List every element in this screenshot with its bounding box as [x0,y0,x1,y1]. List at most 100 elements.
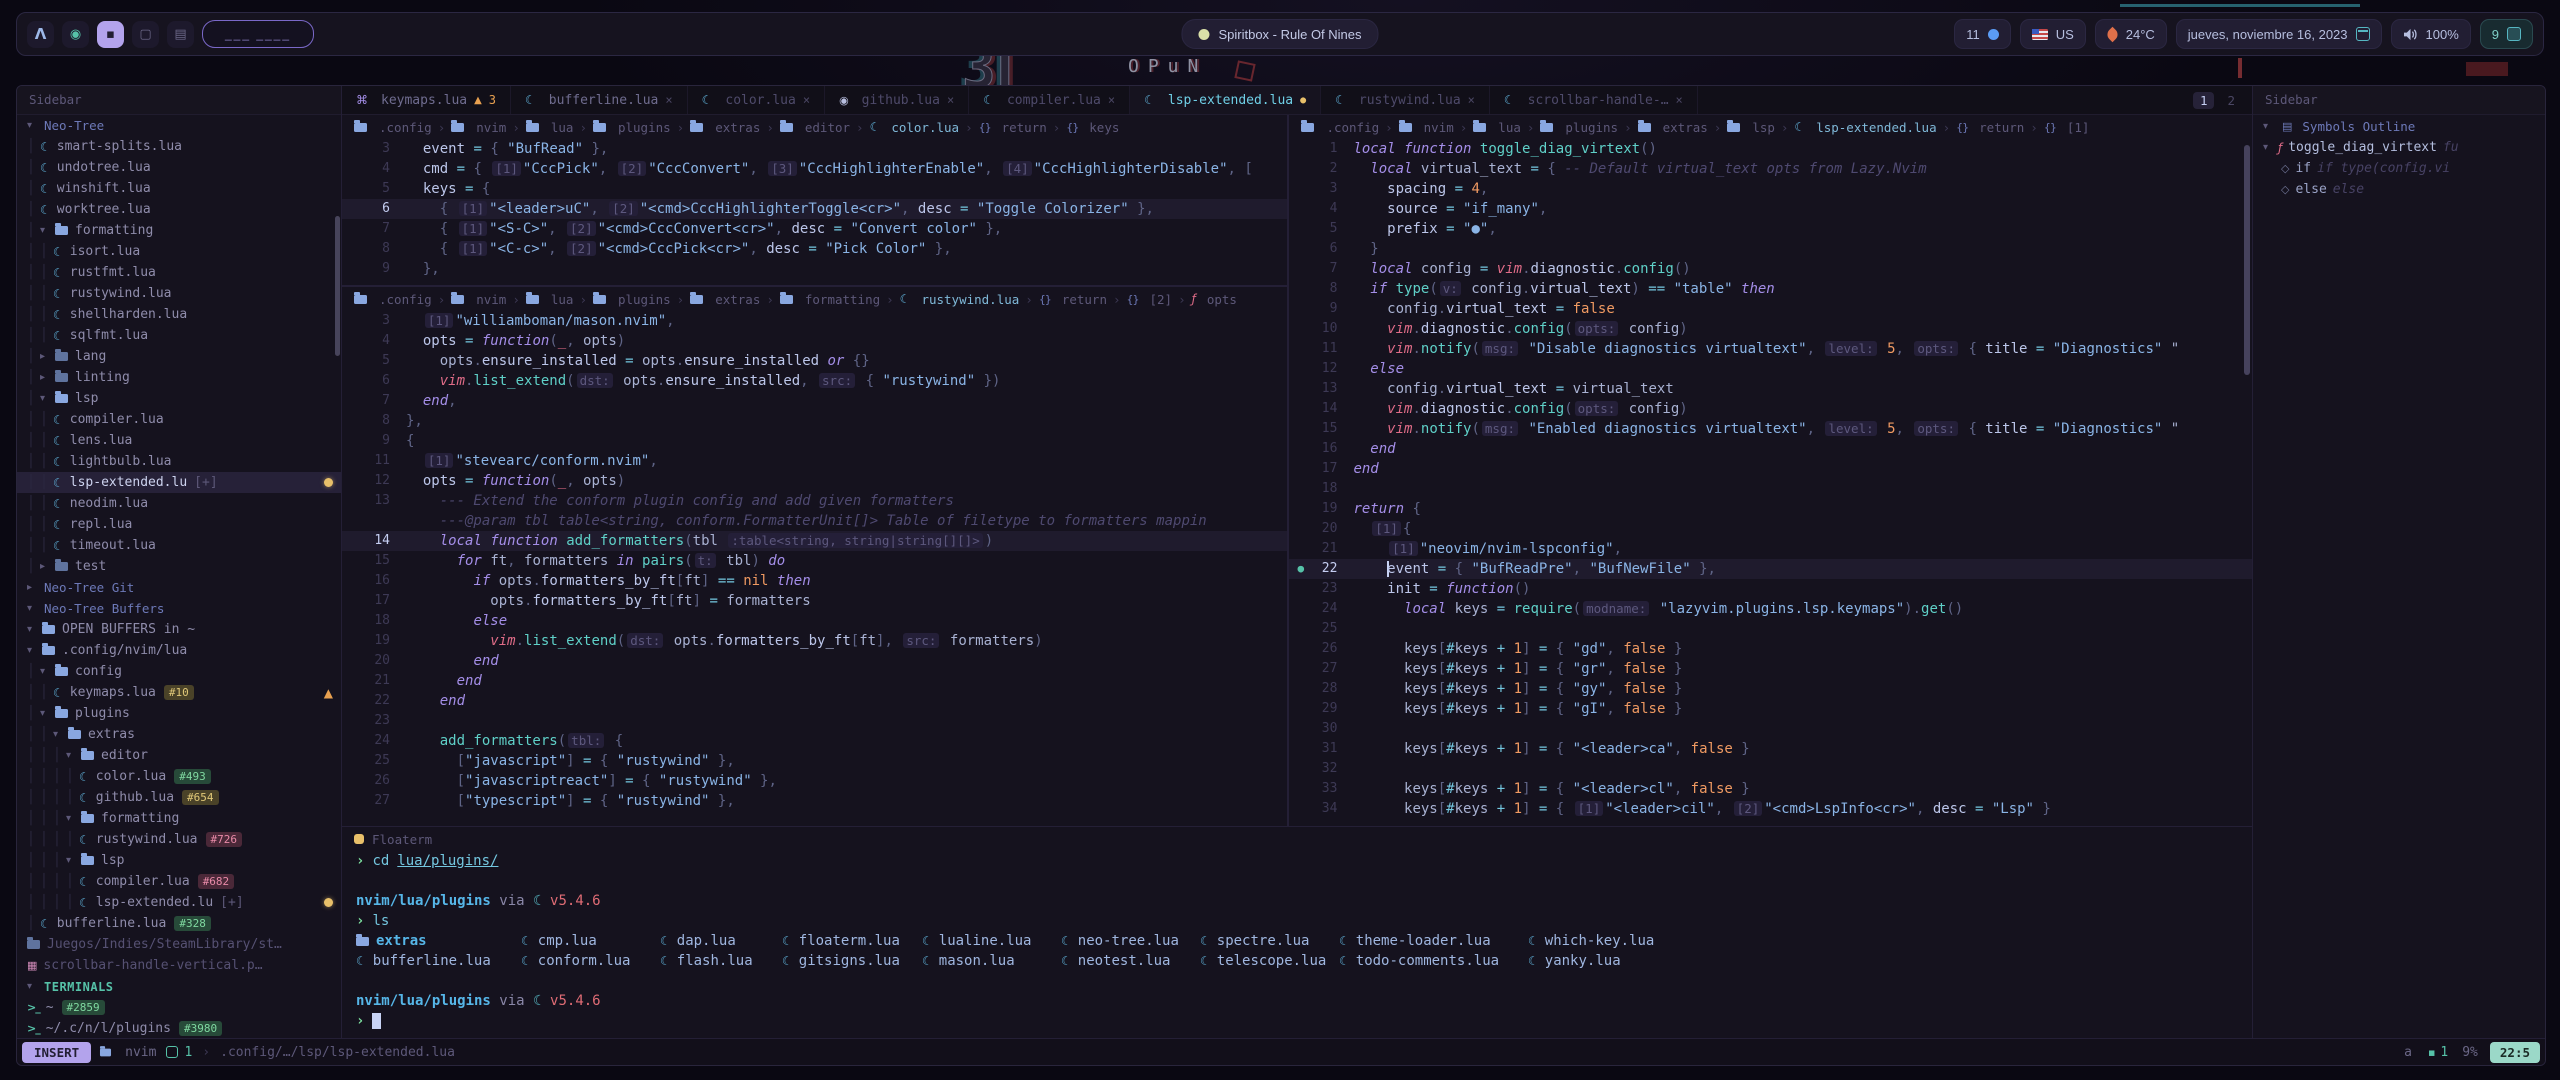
code-line[interactable]: 5 prefix = "●", [1289,219,2252,239]
workspace-button-4[interactable]: ▤ [167,21,194,48]
tree-row[interactable]: ││││☾compiler.lua#682 [17,871,341,892]
tree-row[interactable]: │▸test [17,556,341,577]
code-line[interactable]: 4 source = "if_many", [1289,199,2252,219]
tree-row[interactable]: │▾plugins [17,703,341,724]
section-neo-tree-git[interactable]: ▸Neo-Tree Git [17,577,341,598]
tree-row[interactable]: │☾undotree.lua [17,157,341,178]
volume-widget[interactable]: 100% [2391,19,2471,49]
code-line[interactable]: 4 opts = function(_, opts) [342,331,1287,351]
code-line[interactable]: 21 end [342,671,1287,691]
code-line[interactable]: 17 opts.formatters_by_ft[ft] = formatter… [342,591,1287,611]
code-line[interactable]: 22 end [342,691,1287,711]
code-line[interactable]: 11 [1]"stevearc/conform.nvim", [342,451,1287,471]
code-buffer-rustywind-lua[interactable]: 3 [1]"williamboman/mason.nvim",4 opts = … [342,311,1287,811]
keyboard-layout-widget[interactable]: US [2020,19,2086,49]
tree-row[interactable]: │▸linting [17,367,341,388]
code-line[interactable]: 22● event = { "BufReadPre", "BufNewFile"… [1289,559,2252,579]
code-line[interactable]: 11 vim.notify(msg: "Disable diagnostics … [1289,339,2252,359]
code-line[interactable]: 7 local config = vim.diagnostic.config() [1289,259,2252,279]
launcher-input[interactable]: ___ ____ [202,20,314,48]
code-line[interactable]: 10 vim.diagnostic.config(opts: config) [1289,319,2252,339]
code-line[interactable]: 16 if opts.formatters_by_ft[ft] == nil t… [342,571,1287,591]
code-line[interactable]: 25 [1289,619,2252,639]
code-line[interactable]: 18 [1289,479,2252,499]
section-terminals[interactable]: ▾TERMINALS [17,976,341,997]
code-line[interactable]: 19return { [1289,499,2252,519]
workspace-button-1[interactable]: ◉ [62,21,89,48]
close-icon[interactable]: × [947,93,954,107]
editor-tab[interactable]: ☾bufferline.lua× [511,86,688,114]
code-line[interactable]: 5 opts.ensure_installed = opts.ensure_in… [342,351,1287,371]
code-line[interactable]: 28 keys[#keys + 1] = { "gy", false } [1289,679,2252,699]
tree-row[interactable]: ││☾lsp-extended.lu[+] [17,472,341,493]
tree-row[interactable]: ││☾neodim.lua [17,493,341,514]
section-neo-tree[interactable]: ▾Neo-Tree [17,115,341,136]
code-line[interactable]: 7 end, [342,391,1287,411]
code-line[interactable]: 6 } [1289,239,2252,259]
editor-tab[interactable]: ☾rustywind.lua× [1321,86,1490,114]
code-line[interactable]: 8}, [342,411,1287,431]
tree-row[interactable]: >_~/.c/n/l/plugins#3980 [17,1018,341,1038]
code-line[interactable]: 32 [1289,759,2252,779]
code-line[interactable]: 7 { [1]"<S-C>", [2]"<cmd>CccConvert<cr>"… [342,219,1287,239]
tree-row[interactable]: ▾OPEN BUFFERS in ~ [17,619,341,640]
code-line[interactable]: 26 keys[#keys + 1] = { "gd", false } [1289,639,2252,659]
tree-row[interactable]: ││☾timeout.lua [17,535,341,556]
tree-row[interactable]: ││☾rustywind.lua [17,283,341,304]
close-icon[interactable]: × [1108,93,1115,107]
terminal-output[interactable]: ›cdlua/plugins/ nvim/lua/plugins via ☾ v… [342,851,2252,1031]
editor-tab[interactable]: ☾scrollbar-handle-…× [1490,86,1698,114]
tree-row[interactable]: Juegos/Indies/SteamLibrary/st… [17,934,341,955]
code-line[interactable]: 8 { [1]"<C-c>", [2]"<cmd>CccPick<cr>", d… [342,239,1287,259]
tree-row[interactable]: │▾formatting [17,220,341,241]
code-line[interactable]: 34 keys[#keys + 1] = { [1]"<leader>cil",… [1289,799,2252,819]
music-widget[interactable]: Spiritbox - Rule Of Nines [1181,19,1378,49]
code-line[interactable]: 3 spacing = 4, [1289,179,2252,199]
tree-row[interactable]: │☾worktree.lua [17,199,341,220]
tree-row[interactable]: ││☾lightbulb.lua [17,451,341,472]
code-line[interactable]: 5 keys = { [342,179,1287,199]
code-line[interactable]: 9 }, [342,259,1287,279]
code-line[interactable]: 14 vim.diagnostic.config(opts: config) [1289,399,2252,419]
code-line[interactable]: 15 for ft, formatters in pairs(t: tbl) d… [342,551,1287,571]
tree-row[interactable]: ││││☾lsp-extended.lu[+] [17,892,341,913]
tree-row[interactable]: >_~#2859 [17,997,341,1018]
tree-row[interactable]: ││▾extras [17,724,341,745]
tree-row[interactable]: ││☾shellharden.lua [17,304,341,325]
launcher-button[interactable]: Λ [27,21,54,48]
code-line[interactable]: 24 add_formatters(tbl: { [342,731,1287,751]
editor-tab[interactable]: ☾compiler.lua× [969,86,1130,114]
code-line[interactable]: 18 else [342,611,1287,631]
code-line[interactable]: 25 ["javascript"] = { "rustywind" }, [342,751,1287,771]
tree-row[interactable]: ▦scrollbar-handle-vertical.p… [17,955,341,976]
code-line[interactable]: 31 keys[#keys + 1] = { "<leader>ca", fal… [1289,739,2252,759]
code-line[interactable]: 8 if type(v: config.virtual_text) == "ta… [1289,279,2252,299]
code-line[interactable]: 9 config.virtual_text = false [1289,299,2252,319]
symbol-row[interactable]: ▾ƒtoggle_diag_virtextfu [2253,137,2545,158]
code-line[interactable]: ---@param tbl table<string, conform.Form… [342,511,1287,531]
code-line[interactable]: 3 [1]"williamboman/mason.nvim", [342,311,1287,331]
code-line[interactable]: 20 end [342,651,1287,671]
tree-row[interactable]: │☾smart-splits.lua [17,136,341,157]
notifications-widget[interactable]: 11 [1954,19,2011,49]
editor-tab[interactable]: ⌘keymaps.lua▲3 [342,86,511,114]
code-line[interactable]: 16 end [1289,439,2252,459]
code-line[interactable]: 30 [1289,719,2252,739]
tree-row[interactable]: ││││☾github.lua#654 [17,787,341,808]
tree-row[interactable]: ││☾compiler.lua [17,409,341,430]
code-line[interactable]: 6 { [1]"<leader>uC", [2]"<cmd>CccHighlig… [342,199,1287,219]
code-line[interactable]: 26 ["javascriptreact"] = { "rustywind" }… [342,771,1287,791]
code-line[interactable]: 15 vim.notify(msg: "Enabled diagnostics … [1289,419,2252,439]
tree-row[interactable]: ││││☾rustywind.lua#726 [17,829,341,850]
tree-row[interactable]: ▾.config/nvim/lua [17,640,341,661]
tray-widget[interactable]: 9 [2480,19,2533,49]
tree-row[interactable]: ││☾lens.lua [17,430,341,451]
close-icon[interactable]: × [803,93,810,107]
weather-widget[interactable]: 24°C [2095,19,2167,49]
code-line[interactable]: 27 ["typescript"] = { "rustywind" }, [342,791,1287,811]
code-line[interactable]: 3 event = { "BufRead" }, [342,139,1287,159]
tree-row[interactable]: │▾lsp [17,388,341,409]
tree-row[interactable]: │││▾editor [17,745,341,766]
code-line[interactable]: 2 local virtual_text = { -- Default virt… [1289,159,2252,179]
tree-row[interactable]: ││││☾color.lua#493 [17,766,341,787]
